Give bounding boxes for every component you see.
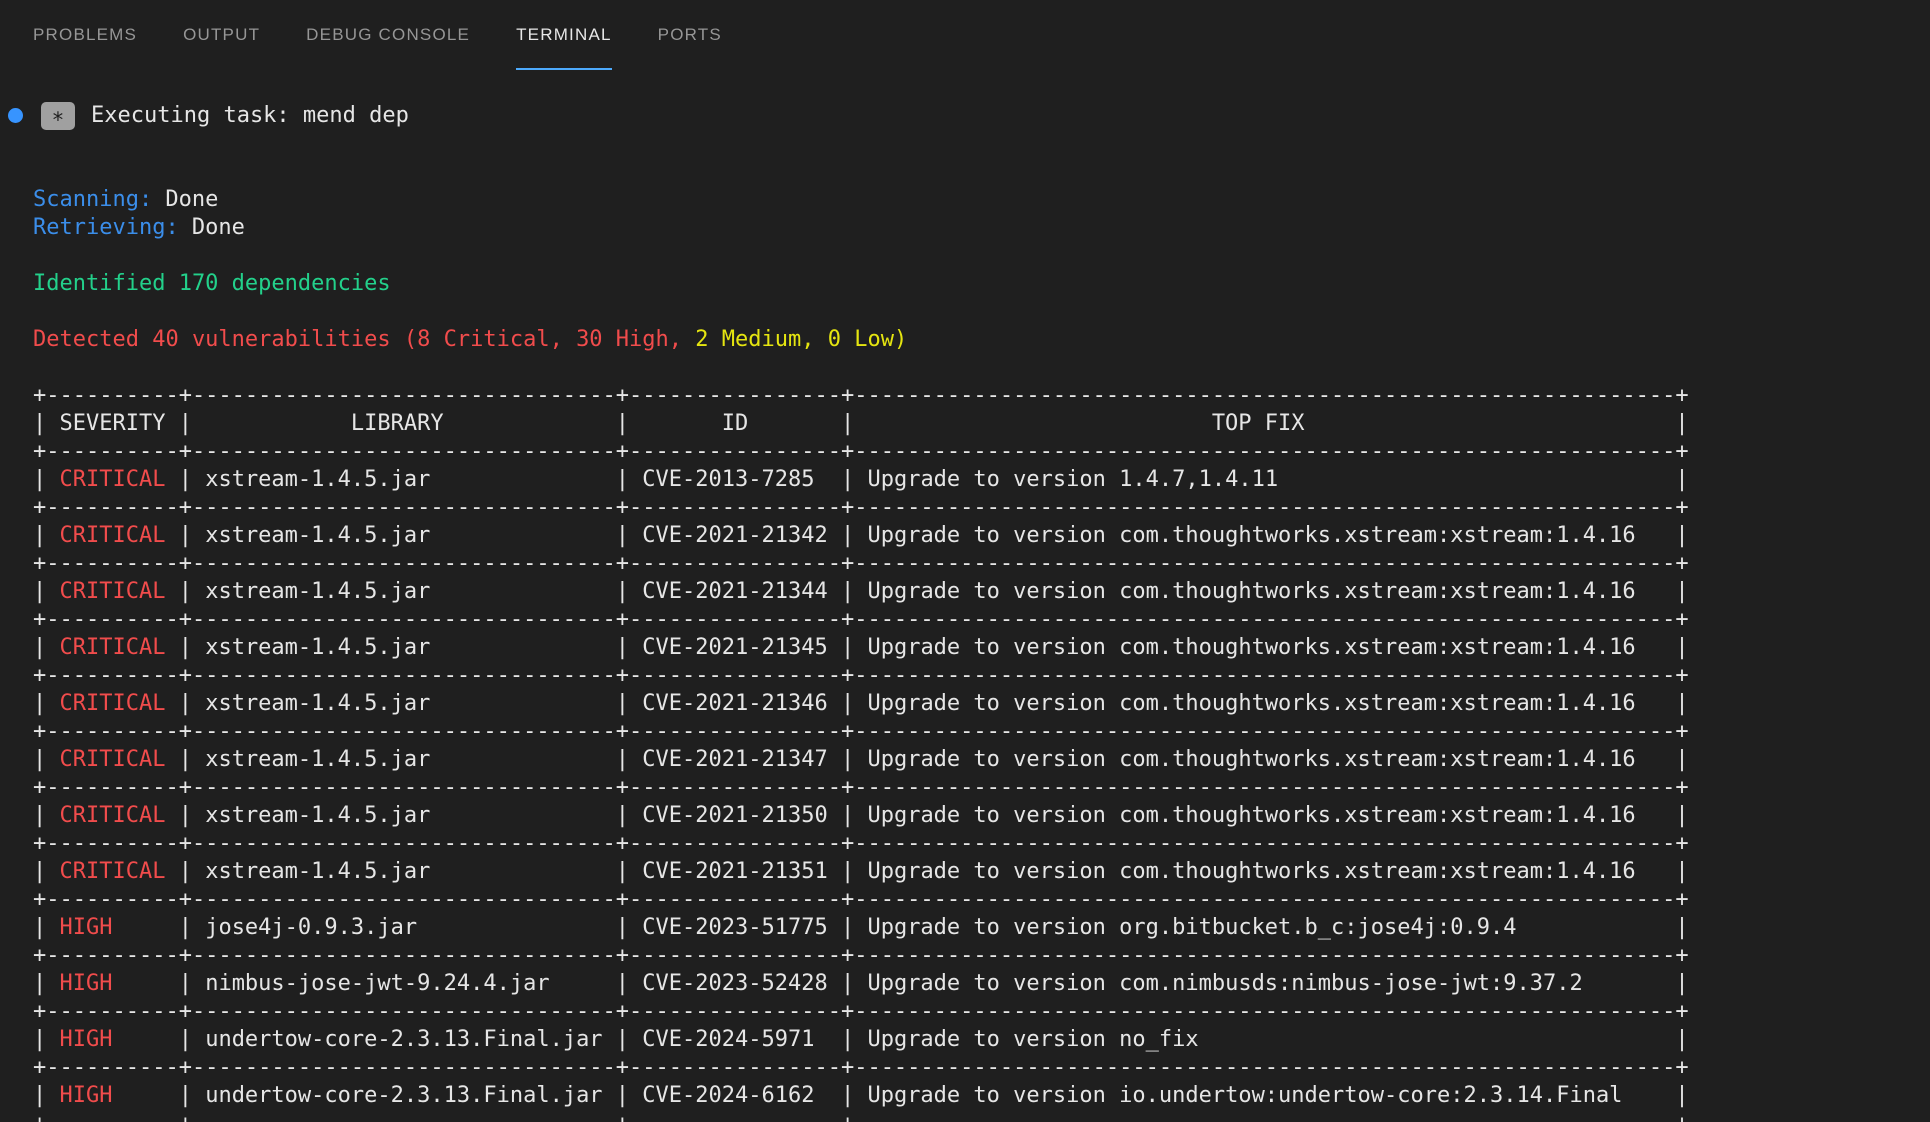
severity-cell: CRITICAL xyxy=(60,691,166,716)
panel-tab-output[interactable]: OUTPUT xyxy=(183,0,260,70)
table-row: | CRITICAL | xstream-1.4.5.jar | CVE-202… xyxy=(33,690,1930,718)
table-border: +----------+----------------------------… xyxy=(33,1110,1930,1122)
table-row: | HIGH | undertow-core-2.3.13.Final.jar … xyxy=(33,1026,1930,1054)
table-row: | HIGH | jose4j-0.9.3.jar | CVE-2023-517… xyxy=(33,914,1930,942)
vulnerability-table: +----------+----------------------------… xyxy=(33,382,1930,1122)
detected-segment: ) xyxy=(894,327,907,352)
detected-segment: 8 Critical xyxy=(417,327,549,352)
vscode-panel: PROBLEMS OUTPUT DEBUG CONSOLE TERMINAL PORTS… xyxy=(0,0,1930,1122)
retrieving-value: Done xyxy=(192,215,245,240)
severity-cell: HIGH xyxy=(60,1083,113,1108)
detected-segment: , xyxy=(550,327,577,352)
table-border: +----------+----------------------------… xyxy=(33,662,1930,690)
identified-line: Identified 170 dependencies xyxy=(33,270,1930,298)
table-border: +----------+----------------------------… xyxy=(33,998,1930,1026)
retrieving-line: Retrieving: Done xyxy=(33,214,1930,242)
table-row: | CRITICAL | xstream-1.4.5.jar | CVE-202… xyxy=(33,522,1930,550)
table-border: +----------+----------------------------… xyxy=(33,718,1930,746)
table-header-row: | SEVERITY | LIBRARY | ID | TOP FIX | xyxy=(33,410,1930,438)
table-border: +----------+----------------------------… xyxy=(33,1054,1930,1082)
blank-line xyxy=(33,242,1930,270)
panel-tab-ports[interactable]: PORTS xyxy=(658,0,722,70)
table-row: | CRITICAL | xstream-1.4.5.jar | CVE-202… xyxy=(33,746,1930,774)
table-row: | CRITICAL | xstream-1.4.5.jar | CVE-202… xyxy=(33,858,1930,886)
table-row: | CRITICAL | xstream-1.4.5.jar | CVE-201… xyxy=(33,466,1930,494)
table-border: +----------+----------------------------… xyxy=(33,774,1930,802)
detected-segment: 30 High xyxy=(576,327,669,352)
detected-segment: 2 Medium xyxy=(695,327,801,352)
retrieving-label: Retrieving: xyxy=(33,215,179,240)
table-border: +----------+----------------------------… xyxy=(33,886,1930,914)
table-border: +----------+----------------------------… xyxy=(33,382,1930,410)
blank-line xyxy=(33,158,1930,186)
blank-line xyxy=(33,298,1930,326)
detected-segment: Detected 40 vulnerabilities ( xyxy=(33,327,417,352)
severity-cell: CRITICAL xyxy=(60,579,166,604)
severity-cell: CRITICAL xyxy=(60,635,166,660)
table-border: +----------+----------------------------… xyxy=(33,494,1930,522)
scanning-value: Done xyxy=(165,187,218,212)
task-text: Executing task: mend dep xyxy=(91,103,409,128)
panel-tab-debug-console[interactable]: DEBUG CONSOLE xyxy=(306,0,470,70)
severity-cell: CRITICAL xyxy=(60,803,166,828)
table-row: | CRITICAL | xstream-1.4.5.jar | CVE-202… xyxy=(33,802,1930,830)
panel-tab-terminal[interactable]: TERMINAL xyxy=(516,0,612,70)
severity-cell: CRITICAL xyxy=(60,523,166,548)
detected-line: Detected 40 vulnerabilities (8 Critical,… xyxy=(33,326,1930,354)
table-row: | CRITICAL | xstream-1.4.5.jar | CVE-202… xyxy=(33,578,1930,606)
panel-tab-problems[interactable]: PROBLEMS xyxy=(33,0,137,70)
table-row: | CRITICAL | xstream-1.4.5.jar | CVE-202… xyxy=(33,634,1930,662)
table-border: +----------+----------------------------… xyxy=(33,606,1930,634)
table-border: +----------+----------------------------… xyxy=(33,830,1930,858)
scanning-line: Scanning: Done xyxy=(33,186,1930,214)
scanning-label: Scanning: xyxy=(33,187,152,212)
table-row: | HIGH | undertow-core-2.3.13.Final.jar … xyxy=(33,1082,1930,1110)
severity-cell: HIGH xyxy=(60,1027,113,1052)
panel-tabs: PROBLEMS OUTPUT DEBUG CONSOLE TERMINAL PORTS xyxy=(0,0,1930,70)
severity-cell: HIGH xyxy=(60,971,113,996)
severity-cell: HIGH xyxy=(60,915,113,940)
table-border: +----------+----------------------------… xyxy=(33,438,1930,466)
blank-line xyxy=(33,130,1930,158)
table-row: | HIGH | nimbus-jose-jwt-9.24.4.jar | CV… xyxy=(33,970,1930,998)
severity-cell: CRITICAL xyxy=(60,859,166,884)
terminal-output[interactable]: *Executing task: mend dep Scanning:Done … xyxy=(0,70,1930,1122)
command-decoration-icon[interactable] xyxy=(8,108,23,123)
table-border: +----------+----------------------------… xyxy=(33,550,1930,578)
task-line: * Executing task: mend dep xyxy=(33,102,1930,130)
detected-segment: 0 Low xyxy=(828,327,894,352)
detected-segment: , xyxy=(669,327,696,352)
detected-segment: , xyxy=(801,327,828,352)
task-icon: * xyxy=(41,102,75,130)
severity-cell: CRITICAL xyxy=(60,747,166,772)
blank-line xyxy=(33,354,1930,382)
severity-cell: CRITICAL xyxy=(60,467,166,492)
table-border: +----------+----------------------------… xyxy=(33,942,1930,970)
